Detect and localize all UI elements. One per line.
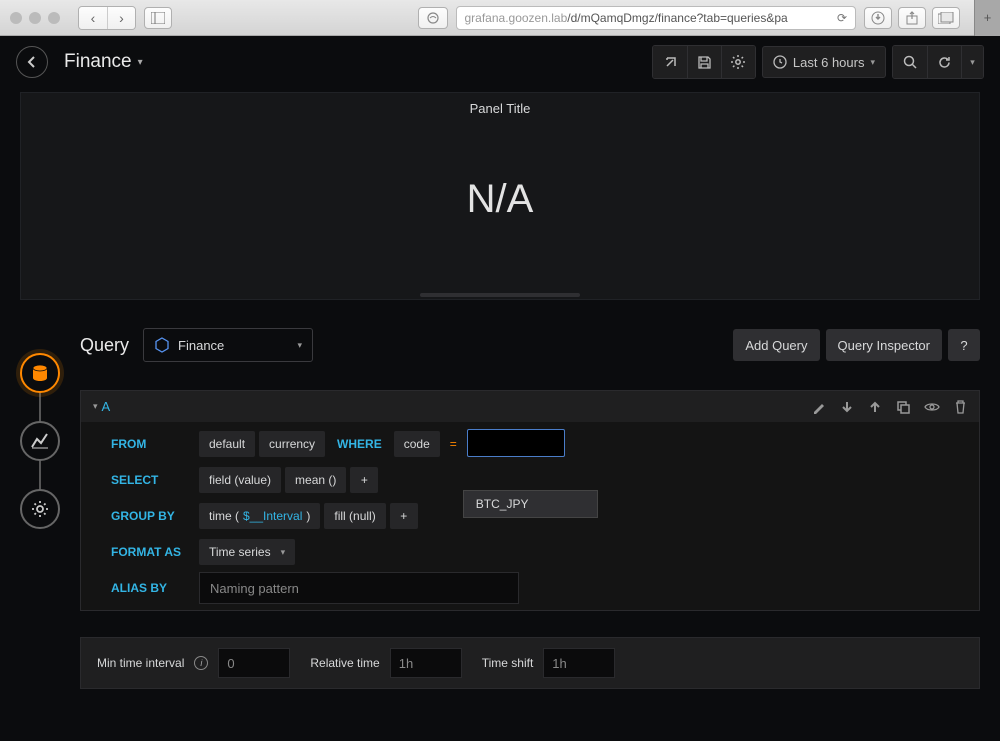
tab-visualization[interactable] <box>20 421 60 461</box>
datasource-icon <box>154 337 170 353</box>
delete-icon[interactable] <box>954 400 967 414</box>
grafana-topnav: Finance ▾ Last 6 hours ▾ <box>0 36 1000 88</box>
close-window[interactable] <box>10 12 22 24</box>
save-icon[interactable] <box>687 46 721 78</box>
autocomplete-suggestion[interactable]: BTC_JPY <box>463 490 598 518</box>
caret-down-icon: ▾ <box>298 340 303 351</box>
clock-icon <box>773 55 787 69</box>
url-host: grafana.goozen.lab <box>465 11 568 25</box>
share-panel-icon[interactable] <box>653 46 687 78</box>
zoom-out-icon[interactable] <box>893 46 927 78</box>
edit-icon[interactable] <box>812 400 826 414</box>
min-interval-input[interactable]: 0 <box>218 648 290 678</box>
panel-value: N/A <box>21 124 979 274</box>
move-up-icon[interactable] <box>868 400 882 414</box>
dashboard-title: Finance <box>64 51 132 73</box>
alias-keyword: ALIAS BY <box>107 581 195 595</box>
datasource-select[interactable]: Finance ▾ <box>143 328 313 362</box>
caret-down-icon: ▾ <box>93 401 98 412</box>
format-keyword: FORMAT AS <box>107 545 195 559</box>
min-interval-label: Min time interval <box>97 656 184 670</box>
query-inspector-button[interactable]: Query Inspector <box>826 329 943 361</box>
where-tag[interactable]: code <box>394 431 440 457</box>
where-keyword: WHERE <box>329 437 390 451</box>
where-value-input[interactable] <box>467 429 565 457</box>
select-add[interactable]: + <box>350 467 378 493</box>
from-measurement[interactable]: currency <box>259 431 325 457</box>
downloads-icon[interactable] <box>864 7 892 29</box>
relative-time-label: Relative time <box>310 656 379 670</box>
groupby-time[interactable]: time ($__Interval) <box>199 503 320 529</box>
query-letter: A <box>102 399 111 414</box>
groupby-fill[interactable]: fill (null) <box>324 503 385 529</box>
editor-side-tabs <box>0 328 80 689</box>
browser-back[interactable]: ‹ <box>79 7 107 29</box>
duplicate-icon[interactable] <box>896 400 910 414</box>
time-range-label: Last 6 hours <box>793 55 865 70</box>
query-row-a: ▾ A FROM default currency <box>80 390 980 611</box>
back-button[interactable] <box>16 46 48 78</box>
add-query-button[interactable]: Add Query <box>733 329 819 361</box>
format-select[interactable]: Time series ▾ <box>199 539 295 565</box>
query-row-toggle[interactable]: ▾ A <box>93 399 110 414</box>
browser-toolbar: ‹ › grafana.goozen.lab/d/mQamqDmgz/finan… <box>0 0 1000 36</box>
minimize-window[interactable] <box>29 12 41 24</box>
panel: Panel Title N/A <box>20 92 980 300</box>
query-options: Min time interval i 0 Relative time 1h T… <box>80 637 980 689</box>
move-down-icon[interactable] <box>840 400 854 414</box>
visibility-icon[interactable] <box>924 400 940 414</box>
settings-gear-icon[interactable] <box>721 46 755 78</box>
from-policy[interactable]: default <box>199 431 255 457</box>
alias-input[interactable]: Naming pattern <box>199 572 519 604</box>
zoom-window[interactable] <box>48 12 60 24</box>
reload-icon[interactable]: ⟳ <box>837 11 847 25</box>
new-tab[interactable]: + <box>974 0 1000 36</box>
panel-resize-handle[interactable] <box>420 293 580 297</box>
tabs-icon[interactable] <box>932 7 960 29</box>
address-bar[interactable]: grafana.goozen.lab/d/mQamqDmgz/finance?t… <box>456 6 857 30</box>
reader-icon[interactable] <box>418 7 448 29</box>
panel-title[interactable]: Panel Title <box>21 93 979 124</box>
caret-down-icon: ▾ <box>138 57 143 68</box>
groupby-keyword: GROUP BY <box>107 509 195 523</box>
sidebar-toggle[interactable] <box>144 7 172 29</box>
refresh-interval-dropdown[interactable]: ▾ <box>961 46 983 78</box>
tab-queries[interactable] <box>20 353 60 393</box>
time-shift-input[interactable]: 1h <box>543 648 615 678</box>
dashboard-title-dropdown[interactable]: Finance ▾ <box>64 51 143 73</box>
info-icon[interactable]: i <box>194 656 208 670</box>
select-field[interactable]: field (value) <box>199 467 281 493</box>
from-keyword: FROM <box>107 437 195 451</box>
query-section-label: Query <box>80 335 129 356</box>
caret-down-icon: ▾ <box>281 547 286 558</box>
datasource-name: Finance <box>178 338 224 353</box>
where-operator[interactable]: = <box>444 431 463 457</box>
caret-down-icon: ▾ <box>870 57 875 68</box>
relative-time-input[interactable]: 1h <box>390 648 462 678</box>
browser-forward[interactable]: › <box>107 7 135 29</box>
time-shift-label: Time shift <box>482 656 534 670</box>
tab-general-settings[interactable] <box>20 489 60 529</box>
query-header: Query Finance ▾ Add Query Query Inspecto… <box>80 328 980 362</box>
url-path: /d/mQamqDmgz/finance?tab=queries&pa <box>567 11 787 25</box>
nav-back-forward: ‹ › <box>78 6 136 30</box>
time-range-picker[interactable]: Last 6 hours ▾ <box>762 46 886 78</box>
share-icon[interactable] <box>898 7 926 29</box>
help-button[interactable]: ? <box>948 329 980 361</box>
refresh-icon[interactable] <box>927 46 961 78</box>
groupby-add[interactable]: + <box>390 503 418 529</box>
select-keyword: SELECT <box>107 473 195 487</box>
window-controls <box>10 12 60 24</box>
select-aggregation[interactable]: mean () <box>285 467 346 493</box>
